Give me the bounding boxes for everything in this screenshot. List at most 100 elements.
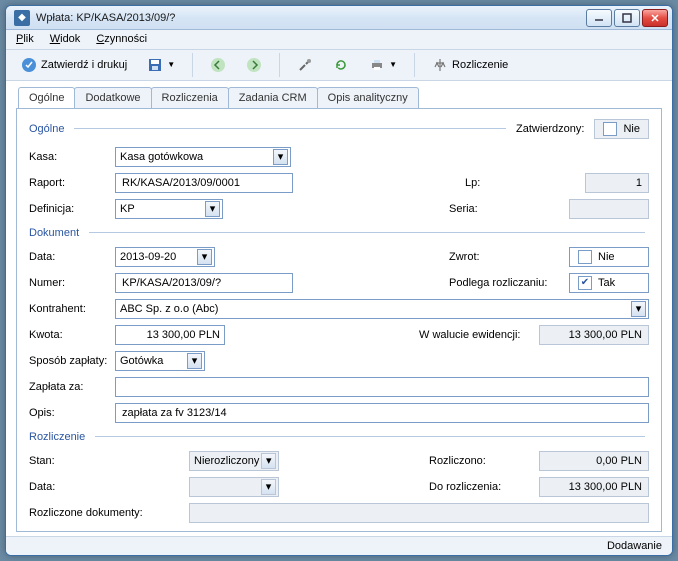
refresh-button[interactable] bbox=[326, 52, 356, 78]
rozliczono-value: 0,00 PLN bbox=[539, 451, 649, 471]
group-dokument-label: Dokument bbox=[29, 227, 79, 239]
raport-field[interactable] bbox=[115, 173, 293, 193]
app-icon: ◆ bbox=[14, 10, 30, 26]
numer-field[interactable] bbox=[115, 273, 293, 293]
wwalucie-label: W walucie ewidencji: bbox=[419, 329, 539, 341]
group-dokument-head: Dokument bbox=[29, 227, 649, 239]
tools-icon bbox=[297, 57, 313, 73]
nav-forward-button[interactable] bbox=[239, 52, 269, 78]
toolbar-separator bbox=[279, 53, 280, 77]
chevron-down-icon[interactable]: ▾ bbox=[261, 453, 276, 469]
printer-icon bbox=[369, 57, 385, 73]
sposob-combo[interactable]: Gotówka ▾ bbox=[115, 351, 205, 371]
zatwierdzony-text: Nie bbox=[623, 123, 640, 135]
chevron-down-icon: ▼ bbox=[389, 60, 397, 69]
group-ogolne-label: Ogólne bbox=[29, 123, 64, 135]
data-field[interactable]: 2013-09-20 ▾ bbox=[115, 247, 215, 267]
toolbar-separator bbox=[414, 53, 415, 77]
tab-rozliczenia[interactable]: Rozliczenia bbox=[151, 87, 229, 108]
tab-zadania-crm[interactable]: Zadania CRM bbox=[228, 87, 318, 108]
podlega-checkbox[interactable] bbox=[578, 276, 592, 290]
rozliczenie-label: Rozliczenie bbox=[452, 59, 508, 71]
menu-czynnosci[interactable]: Czynności bbox=[96, 33, 147, 45]
rozliczono-label: Rozliczono: bbox=[429, 455, 539, 467]
group-ogolne-head: Ogólne Zatwierdzony: Nie bbox=[29, 119, 649, 139]
podlega-label: Podlega rozliczaniu: bbox=[449, 277, 569, 289]
podlega-value[interactable]: Tak bbox=[569, 273, 649, 293]
tabstrip: Ogólne Dodatkowe Rozliczenia Zadania CRM… bbox=[6, 81, 672, 108]
toolbar: Zatwierdź i drukuj ▼ ▼ Rozliczenie bbox=[6, 50, 672, 81]
refresh-icon bbox=[333, 57, 349, 73]
definicja-label: Definicja: bbox=[29, 203, 115, 215]
tab-panel: Ogólne Zatwierdzony: Nie Kasa: Kasa gotó… bbox=[16, 108, 662, 532]
divider bbox=[89, 232, 645, 233]
group-rozliczenie-head: Rozliczenie bbox=[29, 431, 649, 443]
kwota-label: Kwota: bbox=[29, 329, 115, 341]
divider bbox=[95, 436, 645, 437]
stan-combo[interactable]: Nierozliczony ▾ bbox=[189, 451, 279, 471]
menu-plik[interactable]: Plik bbox=[16, 33, 34, 45]
data2-label: Data: bbox=[29, 481, 189, 493]
app-window: ◆ Wpłata: KP/KASA/2013/09/? Plik Widok C… bbox=[5, 5, 673, 556]
zaplataza-label: Zapłata za: bbox=[29, 381, 115, 393]
data-label: Data: bbox=[29, 251, 115, 263]
menu-widok[interactable]: Widok bbox=[50, 33, 81, 45]
kasa-combo[interactable]: Kasa gotówkowa ▾ bbox=[115, 147, 291, 167]
zwrot-value[interactable]: Nie bbox=[569, 247, 649, 267]
print-button[interactable]: ▼ bbox=[362, 52, 404, 78]
confirm-print-button[interactable]: Zatwierdź i drukuj bbox=[14, 52, 134, 78]
lp-value: 1 bbox=[585, 173, 649, 193]
stan-label: Stan: bbox=[29, 455, 189, 467]
close-button[interactable] bbox=[642, 9, 668, 27]
group-rozliczenie-label: Rozliczenie bbox=[29, 431, 85, 443]
tab-opis-analityczny[interactable]: Opis analityczny bbox=[317, 87, 419, 108]
status-text: Dodawanie bbox=[607, 540, 662, 552]
kwota-field[interactable] bbox=[115, 325, 225, 345]
rozliczenie-data-combo[interactable]: ▾ bbox=[189, 477, 279, 497]
chevron-down-icon[interactable]: ▾ bbox=[261, 479, 276, 495]
raport-label: Raport: bbox=[29, 177, 115, 189]
zatwierdzony-checkbox[interactable] bbox=[603, 122, 617, 136]
confirm-icon bbox=[21, 57, 37, 73]
divider bbox=[74, 128, 506, 129]
tab-dodatkowe[interactable]: Dodatkowe bbox=[74, 87, 151, 108]
rozliczenie-button[interactable]: Rozliczenie bbox=[425, 52, 515, 78]
zatwierdzony-label: Zatwierdzony: bbox=[516, 123, 584, 135]
rozlicdok-label: Rozliczone dokumenty: bbox=[29, 507, 189, 519]
maximize-button[interactable] bbox=[614, 9, 640, 27]
seria-label: Seria: bbox=[449, 203, 569, 215]
chevron-down-icon[interactable]: ▾ bbox=[187, 353, 202, 369]
window-title: Wpłata: KP/KASA/2013/09/? bbox=[36, 12, 586, 24]
toolbar-separator bbox=[192, 53, 193, 77]
tools-button[interactable] bbox=[290, 52, 320, 78]
zaplataza-field[interactable] bbox=[115, 377, 649, 397]
chevron-down-icon[interactable]: ▾ bbox=[197, 249, 212, 265]
tab-ogolne[interactable]: Ogólne bbox=[18, 87, 75, 108]
definicja-combo[interactable]: KP ▾ bbox=[115, 199, 223, 219]
zwrot-checkbox[interactable] bbox=[578, 250, 592, 264]
chevron-down-icon[interactable]: ▾ bbox=[205, 201, 220, 217]
zatwierdzony-value[interactable]: Nie bbox=[594, 119, 649, 139]
dorozliczenia-value: 13 300,00 PLN bbox=[539, 477, 649, 497]
kontrahent-label: Kontrahent: bbox=[29, 303, 115, 315]
chevron-down-icon[interactable]: ▾ bbox=[631, 301, 646, 317]
minimize-button[interactable] bbox=[586, 9, 612, 27]
balance-icon bbox=[432, 57, 448, 73]
statusbar: Dodawanie bbox=[6, 536, 672, 555]
opis-label: Opis: bbox=[29, 407, 115, 419]
chevron-down-icon: ▼ bbox=[167, 60, 175, 69]
menubar: Plik Widok Czynności bbox=[6, 30, 672, 49]
arrow-left-icon bbox=[210, 57, 226, 73]
chevron-down-icon[interactable]: ▾ bbox=[273, 149, 288, 165]
sposob-label: Sposób zapłaty: bbox=[29, 355, 115, 367]
opis-field[interactable] bbox=[115, 403, 649, 423]
nav-back-button[interactable] bbox=[203, 52, 233, 78]
confirm-print-label: Zatwierdź i drukuj bbox=[41, 59, 127, 71]
floppy-icon bbox=[147, 57, 163, 73]
numer-label: Numer: bbox=[29, 277, 115, 289]
kontrahent-combo[interactable]: ABC Sp. z o.o (Abc) ▾ bbox=[115, 299, 649, 319]
save-button[interactable]: ▼ bbox=[140, 52, 182, 78]
wwalucie-value: 13 300,00 PLN bbox=[539, 325, 649, 345]
rozlicdok-value bbox=[189, 503, 649, 523]
arrow-right-icon bbox=[246, 57, 262, 73]
